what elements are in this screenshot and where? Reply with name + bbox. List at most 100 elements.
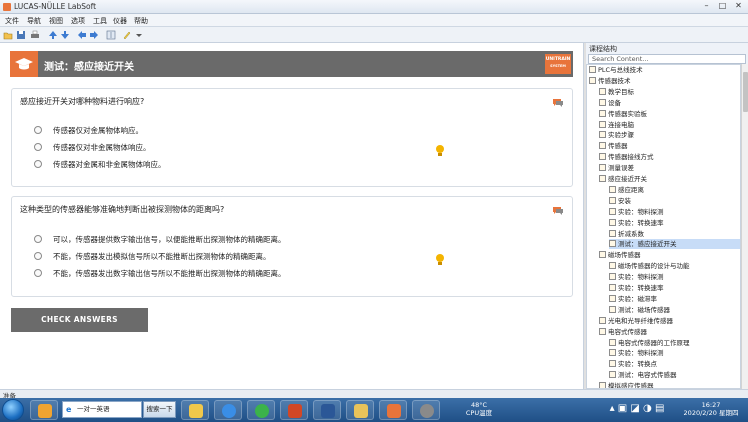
hint-lightbulb-icon[interactable] [435, 144, 445, 157]
taskbar-powerpoint-icon[interactable] [280, 400, 308, 420]
question-2: 这种类型的传感器能够准确地判断出被探测物体的距离吗? 可以，传感器提供数字输出信… [11, 196, 573, 297]
tree-item[interactable]: 光电和光导纤维传感器 [599, 316, 740, 326]
highlight-icon[interactable] [122, 30, 132, 40]
tree-item[interactable]: 教学目标 [599, 87, 740, 97]
tree-item[interactable]: 磁场传感器 [599, 250, 740, 260]
tray-icons[interactable]: ▴ ▣ ◪ ◑ ▤ [604, 404, 670, 414]
tree-item[interactable]: 折减系数 [609, 229, 740, 239]
tree-item[interactable]: 电容式传感器的工作原理 [609, 338, 740, 348]
tree-item[interactable]: 实验：转换速率 [609, 218, 740, 228]
radio-button[interactable] [34, 160, 42, 168]
tree-item-label: 电容式传感器 [608, 327, 647, 336]
forward-icon[interactable] [89, 30, 99, 40]
clock[interactable]: 16:27 2020/2/20 星期四 [676, 401, 746, 417]
tree-item[interactable]: 实验：物料探测 [609, 272, 740, 282]
taskbar-media-icon[interactable] [412, 400, 440, 420]
course-structure-panel: 课程结构 Search Content... PLC与总线技术 传感器技术 教学目标… [586, 43, 748, 389]
page-icon [609, 284, 616, 291]
hint-lightbulb-icon[interactable] [435, 253, 445, 266]
toolbar [0, 27, 748, 43]
tree-item[interactable]: PLC与总线技术 [589, 65, 740, 75]
radio-button[interactable] [34, 235, 42, 243]
open-folder-icon[interactable] [3, 30, 13, 40]
tree-item[interactable]: 感应接近开关 [599, 174, 740, 184]
folder-icon [599, 153, 606, 161]
check-answers-button[interactable]: CHECK ANSWERS [11, 308, 148, 332]
taskbar-search-input[interactable]: 一对一英语 [62, 401, 142, 418]
menu-instruments[interactable]: 仪器 [113, 16, 127, 26]
tree-item[interactable]: 电容式传感器 [599, 327, 740, 337]
folder-icon [599, 142, 606, 150]
folder-icon [599, 251, 606, 259]
tree-item[interactable]: 模拟感应传感器 [599, 381, 740, 388]
radio-button[interactable] [34, 126, 42, 134]
chevron-down-icon[interactable] [134, 30, 144, 40]
tree-item-label: 磁场传感器的设计与功能 [618, 262, 690, 271]
tree-item[interactable]: 实验：磁滞率 [609, 294, 740, 304]
page-icon [609, 338, 616, 346]
tree-item[interactable]: 传感器实验板 [599, 109, 740, 119]
tree-item[interactable]: 感应距离 [609, 185, 740, 195]
menu-tools[interactable]: 工具 [93, 16, 107, 26]
taskbar-explorer-icon[interactable] [181, 400, 209, 420]
taskbar-search-button[interactable]: 搜索一下 [143, 401, 176, 418]
book-icon[interactable] [106, 30, 116, 40]
radio-button[interactable] [34, 143, 42, 151]
taskbar-browser-icon[interactable] [247, 400, 275, 420]
print-icon[interactable] [30, 30, 40, 40]
scrollbar-thumb[interactable] [743, 72, 748, 112]
tree-item[interactable]: 实验步骤 [599, 130, 740, 140]
minimize-button[interactable]: – [700, 1, 713, 12]
tree-item[interactable]: 实验：物料探测 [609, 348, 740, 358]
tree-item-label: 实验：磁滞率 [618, 294, 657, 303]
menu-navigate[interactable]: 导航 [27, 16, 41, 26]
tree-item-label: 感应接近开关 [608, 175, 647, 183]
question-1-text: 感应接近开关对哪种物料进行响应? [20, 97, 145, 106]
lesson-banner: 测试：感应接近开关 UNITRAIN SYSTEM [10, 51, 573, 77]
tree-item[interactable]: 磁场传感器的设计与功能 [609, 261, 740, 271]
folder-icon [599, 98, 606, 106]
taskbar-app-icon[interactable] [30, 400, 58, 420]
taskbar-folder-icon[interactable] [346, 400, 374, 420]
folder-icon [599, 109, 606, 117]
tree-item[interactable]: 设备 [599, 98, 740, 108]
taskbar-labsoft-icon[interactable] [379, 400, 407, 420]
start-button[interactable] [2, 399, 24, 421]
page-icon [609, 294, 616, 302]
search-input[interactable]: Search Content... [588, 54, 746, 64]
arrow-down-icon[interactable] [60, 30, 70, 40]
folder-icon [599, 87, 606, 95]
tree-item[interactable]: 传感器接线方式 [599, 152, 740, 162]
tree-item[interactable]: 实验：物料探测 [609, 207, 740, 217]
tree-item[interactable]: 连接电脑 [599, 120, 740, 130]
save-icon[interactable] [16, 30, 26, 40]
maximize-button[interactable]: □ [716, 1, 729, 12]
tree-item[interactable]: 传感器技术 [589, 76, 740, 86]
menu-view[interactable]: 视图 [49, 16, 63, 26]
tree-item[interactable]: 测量误差 [599, 163, 740, 173]
tree-item[interactable]: 传感器 [599, 141, 740, 151]
tree-item[interactable]: 实验：转换点 [609, 359, 740, 369]
close-button[interactable]: ✕ [732, 1, 745, 12]
tree-item[interactable]: 测试：感应接近开关 [609, 239, 740, 250]
back-icon[interactable] [77, 30, 87, 40]
option-label: 不能，传感器发出模拟信号所以不能推断出探测物体的精确距离。 [53, 252, 271, 261]
comment-icon[interactable] [552, 206, 564, 215]
tree-item[interactable]: 测试：磁场传感器 [609, 305, 740, 315]
page-icon [609, 349, 616, 357]
tree-item[interactable]: 实验：转换速率 [609, 283, 740, 293]
comment-icon[interactable] [552, 98, 564, 107]
menu-file[interactable]: 文件 [5, 16, 19, 26]
tree-item-label: 电容式传感器的工作原理 [618, 338, 690, 347]
tree-scrollbar[interactable] [741, 64, 748, 389]
radio-button[interactable] [34, 252, 42, 260]
menu-help[interactable]: 帮助 [134, 16, 148, 26]
taskbar-ie-icon[interactable] [214, 400, 242, 420]
tree-item[interactable]: 测试：电容式传感器 [609, 370, 740, 380]
arrow-up-icon[interactable] [48, 30, 58, 40]
menu-options[interactable]: 选项 [71, 16, 85, 26]
taskbar-word-icon[interactable] [313, 400, 341, 420]
radio-button[interactable] [34, 269, 42, 277]
cpu-temperature: 48°C CPU温度 [462, 401, 496, 417]
tree-item[interactable]: 安装 [609, 196, 740, 206]
